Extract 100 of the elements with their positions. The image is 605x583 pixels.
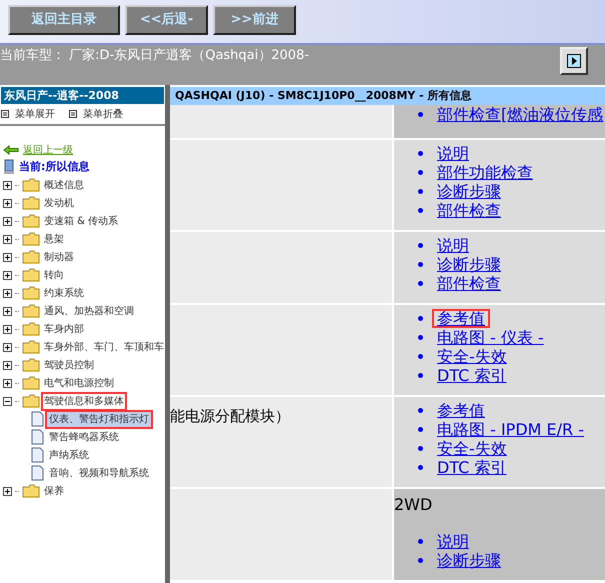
tree-item[interactable]: 声纳系统 [47, 448, 91, 462]
tree-item[interactable]: 变速箱 & 传动系 [43, 214, 120, 228]
expand-icon[interactable] [3, 378, 12, 388]
folder-icon [22, 214, 40, 228]
info-link[interactable]: 部件检查 [432, 201, 506, 220]
expand-icon[interactable] [3, 288, 12, 298]
bullet-icon [418, 151, 423, 156]
expand-icon[interactable] [3, 198, 12, 208]
info-link[interactable]: DTC 索引 [432, 458, 512, 477]
menu-action-button[interactable]: 菜单折叠 [69, 106, 123, 122]
folder-icon [22, 484, 40, 498]
tree-item[interactable]: 驾驶员控制 [43, 358, 95, 372]
bullet-icon [418, 373, 423, 378]
folder-icon [22, 358, 40, 372]
document-icon [31, 429, 44, 445]
info-link[interactable]: 参考值 [432, 309, 490, 328]
expand-icon[interactable] [3, 360, 12, 370]
expand-icon[interactable] [3, 342, 12, 352]
info-link[interactable]: 诊断步骤 [432, 182, 506, 201]
info-link[interactable]: 说明 [432, 236, 474, 255]
folder-icon [22, 376, 40, 390]
expand-icon[interactable] [3, 306, 12, 316]
bullet-icon [418, 465, 423, 470]
document-icon [31, 447, 44, 463]
tree-item[interactable]: 车身外部、车门、车顶和车 [43, 340, 165, 354]
folder-icon [22, 394, 40, 408]
bullet-icon [418, 558, 423, 563]
tree-item[interactable]: 约束系统 [43, 286, 85, 300]
computer-icon [3, 159, 15, 175]
content-title: QASHQAI (J10) - SM8C1J10P0__2008MY - 所有信息 [170, 87, 605, 105]
tree-item[interactable]: 转向 [43, 268, 65, 282]
tree-item[interactable]: 车身内部 [43, 322, 85, 336]
info-link[interactable]: 部件检查 [432, 274, 506, 293]
info-link[interactable]: 部件检查[燃油液位传感 [432, 105, 605, 124]
folder-icon [22, 268, 40, 282]
info-link[interactable]: 参考值 [432, 401, 490, 420]
info-link[interactable]: 安全-失效 [432, 439, 512, 458]
tree-item[interactable]: 通风、加热器和空调 [43, 304, 135, 318]
tree-item[interactable]: 悬架 [43, 232, 65, 246]
expand-icon[interactable] [3, 234, 12, 244]
folder-icon [22, 178, 40, 192]
bullet-icon [418, 281, 423, 286]
current-location: 当前:所以信息 [19, 158, 90, 175]
expand-icon[interactable] [3, 216, 12, 226]
collapse-icon[interactable] [3, 396, 12, 406]
bullet-icon [418, 208, 423, 213]
expand-icon[interactable] [3, 180, 12, 190]
info-link[interactable]: 电路图 - 仪表 - [432, 328, 549, 347]
expand-icon[interactable] [3, 324, 12, 334]
tree-item[interactable]: 制动器 [43, 250, 75, 264]
folder-icon [22, 340, 40, 354]
bullet-icon [418, 316, 423, 321]
folder-icon [22, 322, 40, 336]
tree-item[interactable]: 发动机 [43, 196, 75, 210]
bullet-icon [418, 539, 423, 544]
expand-icon[interactable] [3, 486, 12, 496]
info-link[interactable]: DTC 索引 [432, 366, 512, 385]
bullet-icon [418, 354, 423, 359]
toggle-panel-button[interactable] [560, 47, 588, 75]
info-link[interactable]: 说明 [432, 532, 474, 551]
tree-item[interactable]: 警告蜂鸣器系统 [47, 430, 121, 444]
tree-item[interactable]: 仪表、警告灯和指示灯 [47, 412, 151, 426]
info-link[interactable]: 部件功能检查 [432, 163, 538, 182]
folder-icon [22, 286, 40, 300]
list-icon [69, 110, 77, 118]
expand-icon[interactable] [3, 270, 12, 280]
arrow-right-icon [567, 54, 581, 68]
tree-item[interactable]: 音响、视频和导航系统 [47, 466, 151, 480]
info-link[interactable]: 安全-失效 [432, 347, 512, 366]
component-name: 能电源分配模块） [170, 407, 290, 425]
folder-icon [22, 196, 40, 210]
info-link[interactable]: 诊断步骤 [432, 255, 506, 274]
document-icon [31, 411, 44, 427]
tree-item[interactable]: 驾驶信息和多媒体 [43, 394, 125, 408]
bullet-icon [418, 243, 423, 248]
document-icon [31, 465, 44, 481]
vehicle-model-text: 当前车型： 厂家:D-东风日产逍客（Qashqai）2008- [0, 47, 310, 65]
back-arrow-icon [3, 145, 19, 155]
info-link[interactable]: 诊断步骤 [432, 551, 506, 570]
menu-action-button[interactable]: 菜单展开 [1, 106, 55, 122]
section-heading: 2WD [394, 495, 432, 514]
info-link[interactable]: 说明 [432, 144, 474, 163]
bullet-icon [418, 112, 423, 117]
bullet-icon [418, 427, 423, 432]
back-link[interactable]: 返回上一级 [23, 142, 73, 158]
folder-icon [22, 250, 40, 264]
folder-icon [22, 304, 40, 318]
sidebar-title: 东风日产--逍客--2008 [1, 87, 164, 104]
tree-item[interactable]: 保养 [43, 484, 65, 498]
tree-item[interactable]: 电气和电源控制 [43, 376, 115, 390]
bullet-icon [418, 446, 423, 451]
bullet-icon [418, 189, 423, 194]
expand-icon[interactable] [3, 252, 12, 262]
folder-icon [22, 232, 40, 246]
bullet-icon [418, 170, 423, 175]
bullet-icon [418, 335, 423, 340]
info-link[interactable]: 电路图 - IPDM E/R - [432, 420, 589, 439]
tree-item[interactable]: 概述信息 [43, 178, 85, 192]
bullet-icon [418, 262, 423, 267]
bullet-icon [418, 408, 423, 413]
